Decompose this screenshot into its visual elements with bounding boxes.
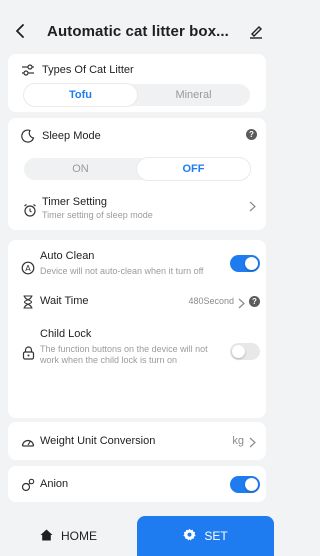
moon-icon <box>20 128 36 144</box>
anion-icon <box>20 477 36 493</box>
tab-home[interactable]: HOME <box>0 516 137 556</box>
help-icon[interactable]: ? <box>249 296 260 307</box>
auto-clean-toggle[interactable] <box>230 255 260 272</box>
sliders-icon <box>20 62 36 78</box>
timer-setting-row[interactable]: Timer Setting Timer setting of sleep mod… <box>8 190 266 228</box>
weight-unit-value: kg <box>232 435 244 447</box>
anion-toggle[interactable] <box>230 476 260 493</box>
lock-icon <box>20 345 36 361</box>
gear-icon <box>183 528 196 544</box>
svg-text:A: A <box>25 264 31 273</box>
header-bar: Automatic cat litter box... <box>0 0 274 62</box>
sleep-option-off[interactable]: OFF <box>137 158 250 180</box>
chevron-right-icon <box>249 435 256 453</box>
litter-type-selector: Tofu Mineral <box>24 84 250 106</box>
cleaning-settings-card: A Auto Clean Device will not auto-clean … <box>8 240 266 418</box>
timer-setting-label: Timer Setting <box>42 196 108 208</box>
child-lock-description-line-1: The function buttons on the device will … <box>40 344 208 354</box>
help-icon[interactable]: ? <box>246 129 257 140</box>
auto-clean-description: Device will not auto-clean when it turn … <box>40 266 204 276</box>
anion-label: Anion <box>40 478 69 490</box>
home-icon <box>40 529 53 544</box>
tab-set-label: SET <box>204 529 228 543</box>
sleep-mode-card: Sleep Mode ? ON OFF Timer Setting Timer … <box>8 118 266 230</box>
hourglass-icon <box>20 294 36 310</box>
auto-clean-icon: A <box>20 260 36 276</box>
litter-type-card: Types Of Cat Litter Tofu Mineral <box>8 54 266 112</box>
weight-unit-label: Weight Unit Conversion <box>40 435 156 447</box>
bottom-navigation: HOME SET <box>0 516 274 556</box>
sleep-option-on[interactable]: ON <box>24 158 137 180</box>
wait-time-label: Wait Time <box>40 295 89 307</box>
alarm-clock-icon <box>22 202 38 218</box>
timer-setting-description: Timer setting of sleep mode <box>42 210 153 220</box>
child-lock-toggle[interactable] <box>230 343 260 360</box>
chevron-left-icon[interactable] <box>12 23 28 39</box>
wait-time-row[interactable]: Wait Time 480Second ? <box>8 284 266 320</box>
litter-option-mineral[interactable]: Mineral <box>137 84 250 106</box>
tab-home-label: HOME <box>61 529 97 543</box>
child-lock-description-line-2: work when the child lock is turn on <box>40 355 178 365</box>
page-title: Automatic cat litter box... <box>47 22 229 40</box>
anion-card: Anion <box>8 466 266 502</box>
weight-unit-card[interactable]: Weight Unit Conversion kg <box>8 422 266 460</box>
chevron-right-icon <box>249 201 256 215</box>
litter-option-tofu[interactable]: Tofu <box>24 84 137 106</box>
tab-set[interactable]: SET <box>137 516 274 556</box>
chevron-right-icon <box>238 296 245 314</box>
sleep-mode-selector: ON OFF <box>24 158 250 180</box>
litter-type-label: Types Of Cat Litter <box>42 64 134 76</box>
edit-icon[interactable] <box>248 23 264 39</box>
sleep-mode-label: Sleep Mode <box>42 130 101 142</box>
wait-time-value: 480Second <box>188 296 234 306</box>
child-lock-label: Child Lock <box>40 328 92 340</box>
auto-clean-label: Auto Clean <box>40 250 95 262</box>
scale-icon <box>20 434 36 450</box>
